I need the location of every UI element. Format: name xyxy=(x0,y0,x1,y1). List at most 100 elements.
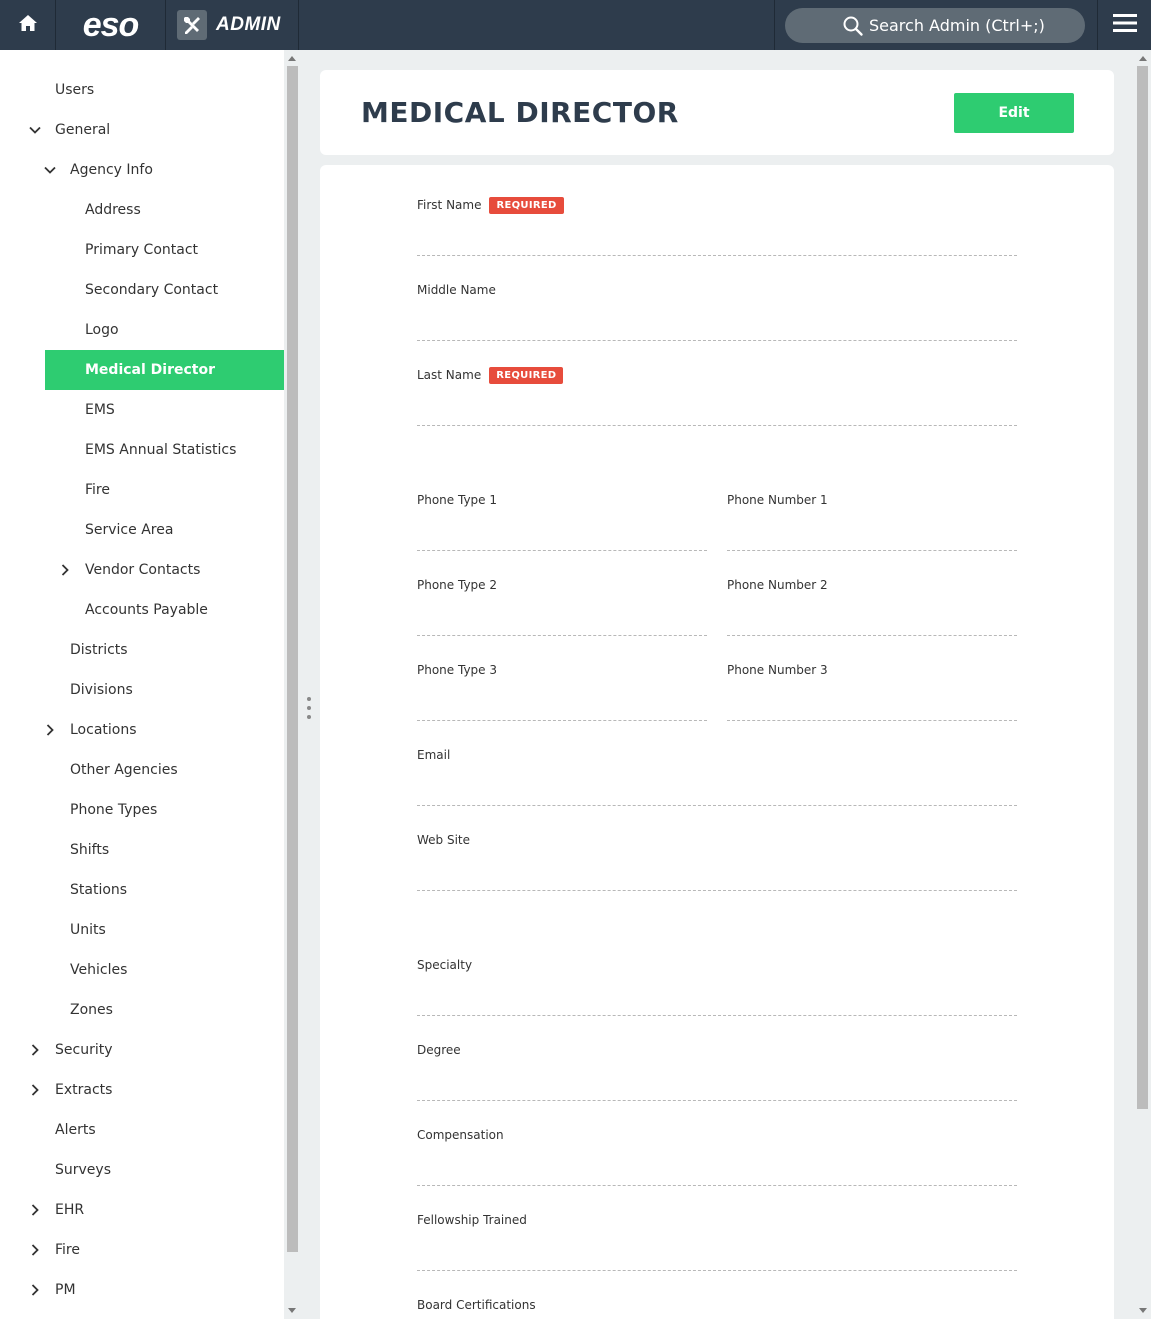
sidebar-item-label: EMS Annual Statistics xyxy=(85,442,237,458)
phone-number-1-field[interactable]: Phone Number 1 xyxy=(727,492,1017,552)
first-name-field[interactable]: First Name REQUIRED xyxy=(417,196,1017,257)
sidebar-item-security[interactable]: Security xyxy=(0,1030,284,1070)
phone-number-3-input[interactable] xyxy=(727,720,1017,721)
middle-name-input[interactable] xyxy=(417,340,1017,341)
sidebar-item-pm[interactable]: PM xyxy=(0,1270,284,1310)
chevron-right-icon[interactable] xyxy=(28,1283,42,1297)
sidebar-item-address[interactable]: Address xyxy=(0,190,284,230)
field-label-text: First Name xyxy=(417,198,482,212)
scroll-down-arrow-icon[interactable] xyxy=(288,1308,296,1313)
sidebar-item-users[interactable]: Users xyxy=(0,70,284,110)
sidebar-item-districts[interactable]: Districts xyxy=(0,630,284,670)
home-button[interactable] xyxy=(0,0,56,50)
chevron-right-icon[interactable] xyxy=(43,723,57,737)
phone-type-1-input[interactable] xyxy=(417,550,707,551)
sidebar-item-secondary-contact[interactable]: Secondary Contact xyxy=(0,270,284,310)
field-label-text: Degree xyxy=(417,1043,461,1057)
main-scrollbar[interactable] xyxy=(1134,50,1151,1319)
chevron-right-icon[interactable] xyxy=(28,1083,42,1097)
scroll-down-arrow-icon[interactable] xyxy=(1139,1308,1147,1313)
scroll-up-arrow-icon[interactable] xyxy=(1139,56,1147,61)
chevron-down-icon[interactable] xyxy=(28,123,42,137)
sidebar-item-agency-info[interactable]: Agency Info xyxy=(0,150,284,190)
phone-type-2-input[interactable] xyxy=(417,635,707,636)
specialty-input[interactable] xyxy=(417,1015,1017,1016)
search-admin-button[interactable]: Search Admin (Ctrl+;) xyxy=(785,8,1085,43)
chevron-down-icon[interactable] xyxy=(43,163,57,177)
main-menu-button[interactable] xyxy=(1097,0,1151,50)
web-site-input[interactable] xyxy=(417,890,1017,891)
phone-number-3-field[interactable]: Phone Number 3 xyxy=(727,662,1017,722)
eso-logo[interactable]: eso xyxy=(56,0,166,50)
sidebar-item-label: Other Agencies xyxy=(70,762,178,778)
sidebar-item-primary-contact[interactable]: Primary Contact xyxy=(0,230,284,270)
sidebar-item-divisions[interactable]: Divisions xyxy=(0,670,284,710)
sidebar-item-ehr[interactable]: EHR xyxy=(0,1190,284,1230)
fellowship-trained-input[interactable] xyxy=(417,1270,1017,1271)
email-field[interactable]: Email xyxy=(417,747,1017,807)
main-scroll-thumb[interactable] xyxy=(1137,66,1148,1109)
sidebar-item-ems-annual-statistics[interactable]: EMS Annual Statistics xyxy=(0,430,284,470)
sidebar-item-fire[interactable]: Fire xyxy=(0,470,284,510)
sidebar-scroll-thumb[interactable] xyxy=(287,66,298,1252)
sidebar-item-stations[interactable]: Stations xyxy=(0,870,284,910)
specialty-field[interactable]: Specialty xyxy=(417,957,1017,1017)
home-icon xyxy=(18,13,38,37)
phone-number-2-input[interactable] xyxy=(727,635,1017,636)
email-input[interactable] xyxy=(417,805,1017,806)
phone-type-1-field[interactable]: Phone Type 1 xyxy=(417,492,707,552)
sidebar-item-other-agencies[interactable]: Other Agencies xyxy=(0,750,284,790)
sidebar-item-vehicles[interactable]: Vehicles xyxy=(0,950,284,990)
sidebar-item-label: Address xyxy=(85,202,141,218)
sidebar-item-medical-director[interactable]: Medical Director xyxy=(45,350,284,390)
last-name-field[interactable]: Last Name REQUIRED xyxy=(417,366,1017,427)
chevron-right-icon[interactable] xyxy=(28,1203,42,1217)
edit-button[interactable]: Edit xyxy=(954,93,1074,133)
sidebar-item-extracts[interactable]: Extracts xyxy=(0,1070,284,1110)
admin-module-button[interactable]: ADMIN xyxy=(166,0,299,50)
fellowship-trained-field[interactable]: Fellowship Trained xyxy=(417,1212,1017,1272)
phone-number-2-field[interactable]: Phone Number 2 xyxy=(727,577,1017,637)
sidebar-item-label: Units xyxy=(70,922,106,938)
sidebar-item-fire[interactable]: Fire xyxy=(0,1230,284,1270)
degree-field[interactable]: Degree xyxy=(417,1042,1017,1102)
sidebar-item-general[interactable]: General xyxy=(0,110,284,150)
middle-name-field[interactable]: Middle Name xyxy=(417,282,1017,342)
phone-number-1-input[interactable] xyxy=(727,550,1017,551)
field-label-text: Phone Type 1 xyxy=(417,493,497,507)
phone-type-3-input[interactable] xyxy=(417,720,707,721)
sidebar-item-locations[interactable]: Locations xyxy=(0,710,284,750)
phone-type-2-label: Phone Type 2 xyxy=(417,577,497,593)
sidebar-item-units[interactable]: Units xyxy=(0,910,284,950)
compensation-label: Compensation xyxy=(417,1127,504,1143)
first-name-input[interactable] xyxy=(417,255,1017,256)
last-name-input[interactable] xyxy=(417,425,1017,426)
sidebar-item-label: Agency Info xyxy=(70,162,153,178)
scroll-up-arrow-icon[interactable] xyxy=(288,56,296,61)
sidebar-item-surveys[interactable]: Surveys xyxy=(0,1150,284,1190)
compensation-input[interactable] xyxy=(417,1185,1017,1186)
panel-resize-handle[interactable] xyxy=(307,697,311,719)
chevron-right-icon[interactable] xyxy=(28,1243,42,1257)
phone-type-3-field[interactable]: Phone Type 3 xyxy=(417,662,707,722)
chevron-right-icon[interactable] xyxy=(58,563,72,577)
web-site-field[interactable]: Web Site xyxy=(417,832,1017,892)
sidebar-item-logo[interactable]: Logo xyxy=(0,310,284,350)
sidebar-item-phone-types[interactable]: Phone Types xyxy=(0,790,284,830)
board-certifications-field[interactable]: Board Certifications xyxy=(417,1297,1017,1319)
phone-type-2-field[interactable]: Phone Type 2 xyxy=(417,577,707,637)
sidebar-item-service-area[interactable]: Service Area xyxy=(0,510,284,550)
sidebar-item-vendor-contacts[interactable]: Vendor Contacts xyxy=(0,550,284,590)
compensation-field[interactable]: Compensation xyxy=(417,1127,1017,1187)
sidebar-item-label: Vendor Contacts xyxy=(85,562,201,578)
field-label-text: Specialty xyxy=(417,958,473,972)
sidebar-scrollbar[interactable] xyxy=(284,50,299,1319)
sidebar-item-accounts-payable[interactable]: Accounts Payable xyxy=(0,590,284,630)
sidebar-item-ems[interactable]: EMS xyxy=(0,390,284,430)
sidebar-item-alerts[interactable]: Alerts xyxy=(0,1110,284,1150)
degree-input[interactable] xyxy=(417,1100,1017,1101)
chevron-right-icon[interactable] xyxy=(28,1043,42,1057)
sidebar-item-label: EHR xyxy=(55,1202,85,1218)
sidebar-item-zones[interactable]: Zones xyxy=(0,990,284,1030)
sidebar-item-shifts[interactable]: Shifts xyxy=(0,830,284,870)
